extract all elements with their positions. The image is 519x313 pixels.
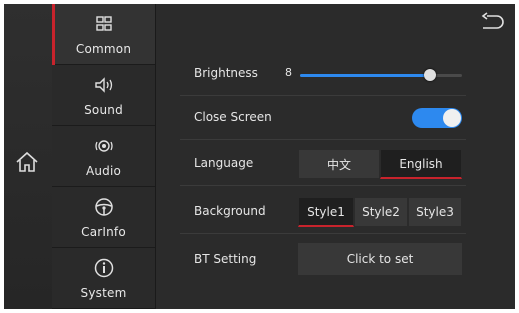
toggle-knob	[443, 109, 461, 127]
brightness-row: Brightness 8	[180, 52, 466, 96]
info-icon	[94, 258, 113, 278]
speaker-icon	[94, 77, 112, 93]
background-option-style2[interactable]: Style2	[354, 197, 408, 227]
bt-setting-label: BT Setting	[194, 252, 257, 266]
background-label: Background	[194, 204, 266, 218]
steering-wheel-icon	[94, 198, 113, 216]
close-screen-toggle[interactable]	[412, 108, 462, 128]
close-screen-row: Close Screen	[180, 96, 466, 140]
settings-screen: Common Sound Audio CarInfo System Bright…	[4, 4, 515, 309]
settings-sidebar: Common Sound Audio CarInfo System	[52, 4, 156, 309]
grid-icon	[95, 16, 112, 31]
sidebar-item-label: Sound	[84, 103, 123, 117]
background-option-style3[interactable]: Style3	[408, 197, 462, 227]
brightness-slider[interactable]	[300, 69, 462, 81]
settings-panel: Brightness 8 Close Screen Language 中文 En…	[156, 4, 515, 309]
home-icon[interactable]	[14, 149, 40, 175]
brightness-label: Brightness	[194, 66, 258, 80]
brightness-value: 8	[285, 66, 292, 79]
language-label: Language	[194, 156, 254, 170]
sidebar-item-sound[interactable]: Sound	[52, 65, 155, 126]
sidebar-item-common[interactable]: Common	[52, 4, 155, 65]
sidebar-item-audio[interactable]: Audio	[52, 126, 155, 187]
audio-icon	[94, 140, 113, 152]
brightness-slider-fill	[300, 74, 430, 77]
sidebar-item-label: Common	[75, 42, 132, 56]
sidebar-item-system[interactable]: System	[52, 248, 155, 309]
language-option-english[interactable]: English	[380, 149, 462, 179]
language-row: Language 中文 English	[180, 142, 466, 186]
background-option-style1[interactable]: Style1	[298, 197, 354, 227]
home-strip	[4, 4, 52, 309]
bt-setting-row: BT Setting Click to set	[180, 236, 466, 280]
sidebar-item-label: System	[80, 286, 127, 300]
language-option-chinese[interactable]: 中文	[298, 149, 380, 179]
brightness-slider-knob[interactable]	[423, 69, 436, 81]
sidebar-item-label: Audio	[85, 164, 122, 178]
bt-setting-button[interactable]: Click to set	[298, 243, 462, 275]
background-row: Background Style1 Style2 Style3	[180, 190, 466, 234]
sidebar-item-carinfo[interactable]: CarInfo	[52, 187, 155, 248]
close-screen-label: Close Screen	[194, 110, 272, 124]
sidebar-item-label: CarInfo	[81, 225, 126, 239]
back-icon[interactable]	[479, 12, 505, 34]
